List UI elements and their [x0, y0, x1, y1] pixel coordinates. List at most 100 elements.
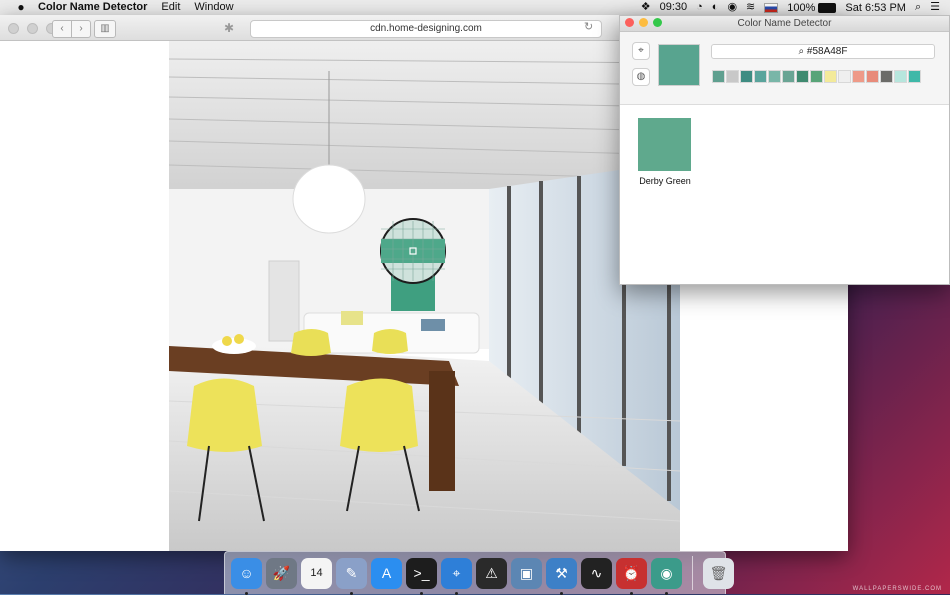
detector-zoom-button[interactable]	[653, 18, 662, 27]
pendant-lamp	[292, 164, 366, 234]
dock-clock-icon[interactable]: ⏰	[616, 557, 647, 595]
color-history	[712, 70, 921, 83]
result-color-swatch	[638, 118, 691, 171]
hex-value: #58A48F	[806, 46, 848, 57]
dock-app-store-icon[interactable]: A	[371, 557, 402, 589]
chevron-right-icon: ›	[79, 23, 83, 34]
cushion-yellow	[341, 311, 363, 325]
dock-terminal-icon[interactable]: >_	[406, 557, 437, 595]
pick-color-button[interactable]: ⌖	[632, 42, 650, 60]
search-icon: ⌕	[798, 46, 805, 57]
reload-button[interactable]: ↻	[584, 20, 593, 33]
running-indicator	[455, 591, 458, 595]
menu-edit[interactable]: Edit	[161, 0, 180, 15]
history-color-chip[interactable]	[880, 70, 893, 83]
wifi-icon[interactable]: ≋	[746, 0, 755, 15]
timer-icon[interactable]: ◔	[696, 0, 703, 15]
dock-xcode-icon[interactable]: ⚒	[546, 557, 577, 595]
color-result[interactable]: Derby Green	[638, 118, 692, 186]
interior-illustration	[169, 41, 680, 551]
chevron-left-icon: ‹	[60, 23, 64, 34]
history-color-chip[interactable]	[782, 70, 795, 83]
dock-separator	[692, 556, 693, 590]
running-indicator	[245, 591, 248, 595]
history-nav: ‹ ›	[52, 20, 91, 38]
history-color-chip[interactable]	[852, 70, 865, 83]
color-wheel-button[interactable]: ◍	[632, 68, 650, 86]
detector-minimize-button[interactable]	[639, 18, 648, 27]
sidebar-toggle-button[interactable]: ▥	[94, 20, 116, 38]
dock-safari-icon[interactable]: ⌖	[441, 557, 472, 595]
menu-app-name[interactable]: Color Name Detector	[38, 0, 147, 15]
eye-icon[interactable]: ◉	[727, 0, 737, 15]
running-indicator	[665, 591, 668, 595]
dropbox-icon[interactable]: ❖	[641, 0, 651, 15]
wallpaper-watermark: WALLPAPERSWIDE.COM	[852, 586, 942, 592]
window-controls	[8, 23, 57, 34]
dock: ☺ 🚀 14 ✎ A >_ ⌖ ⚠ ▣ ⚒ ∿ ⏰ ◉ 🗑	[224, 551, 734, 595]
history-color-chip[interactable]	[768, 70, 781, 83]
detector-window-controls	[625, 18, 662, 27]
detector-titlebar: Color Name Detector	[620, 16, 949, 32]
door	[268, 260, 300, 342]
menu-datetime[interactable]: Sat 6:53 PM	[845, 2, 906, 14]
running-indicator	[350, 591, 353, 595]
result-color-name: Derby Green	[639, 176, 691, 186]
history-color-chip[interactable]	[866, 70, 879, 83]
address-bar[interactable]: cdn.home-designing.com	[250, 20, 602, 38]
chair-back-1	[291, 329, 331, 356]
detector-controls: ⌖ ◍ ⌕ #58A48F	[620, 32, 949, 105]
history-color-chip[interactable]	[726, 70, 739, 83]
reload-icon: ↻	[584, 21, 594, 33]
history-color-chip[interactable]	[712, 70, 725, 83]
current-color-swatch	[658, 44, 700, 86]
dock-activity-monitor-icon[interactable]: ∿	[581, 557, 612, 589]
history-color-chip[interactable]	[810, 70, 823, 83]
cushion-blue	[421, 319, 445, 331]
color-picker-loupe	[380, 218, 446, 284]
input-flag-icon[interactable]	[764, 2, 779, 13]
chair-right	[340, 378, 418, 452]
close-button[interactable]	[8, 23, 19, 34]
dock-preview-icon[interactable]: ✎	[336, 557, 367, 595]
dock-image-viewer-icon[interactable]: ▣	[511, 557, 542, 589]
detector-close-button[interactable]	[625, 18, 634, 27]
menu-window[interactable]: Window	[194, 0, 233, 15]
interior-photo	[169, 41, 680, 551]
puzzle-icon: ✱	[224, 21, 235, 35]
running-indicator	[420, 591, 423, 595]
dock-finder-icon[interactable]: ☺	[231, 557, 262, 595]
sync-icon[interactable]: ◐	[712, 0, 719, 15]
status-area: ❖ 09:30 ◔ ◐ ◉ ≋ 100% Sat 6:53 PM ⌕ ☰	[641, 0, 950, 15]
hex-search-field[interactable]: ⌕ #58A48F	[711, 44, 935, 59]
fruit-bowl	[212, 338, 256, 354]
history-color-chip[interactable]	[908, 70, 921, 83]
extension-button[interactable]: ✱	[224, 21, 234, 35]
battery-status[interactable]: 100%	[787, 2, 837, 14]
chair-left	[187, 378, 262, 452]
back-button[interactable]: ‹	[52, 20, 72, 38]
running-indicator	[630, 591, 633, 595]
dock-trash-icon[interactable]: 🗑	[703, 557, 734, 589]
crosshair-icon: ⌖	[638, 45, 644, 56]
menu-bar: ● Color Name Detector Edit Window ❖ 09:3…	[0, 0, 950, 16]
apple-icon[interactable]: ●	[14, 0, 28, 15]
color-detector-window: Color Name Detector ⌖ ◍ ⌕ #58A48F Derby …	[619, 15, 950, 285]
minimize-button[interactable]	[27, 23, 38, 34]
dock-color-name-detector-icon[interactable]: ◉	[651, 557, 682, 595]
notification-center-icon[interactable]: ☰	[930, 0, 940, 15]
history-color-chip[interactable]	[824, 70, 837, 83]
history-color-chip[interactable]	[838, 70, 851, 83]
history-color-chip[interactable]	[740, 70, 753, 83]
history-color-chip[interactable]	[894, 70, 907, 83]
dock-console-icon[interactable]: ⚠	[476, 557, 507, 589]
dock-calendar-icon[interactable]: 14	[301, 557, 332, 589]
running-indicator	[560, 591, 563, 595]
history-color-chip[interactable]	[796, 70, 809, 83]
history-color-chip[interactable]	[754, 70, 767, 83]
dock-launchpad-icon[interactable]: 🚀	[266, 557, 297, 589]
forward-button[interactable]: ›	[72, 20, 91, 38]
sidebar-icon: ▥	[100, 23, 110, 34]
clock-menu-text[interactable]: 09:30	[660, 0, 688, 15]
spotlight-icon[interactable]: ⌕	[915, 0, 921, 15]
